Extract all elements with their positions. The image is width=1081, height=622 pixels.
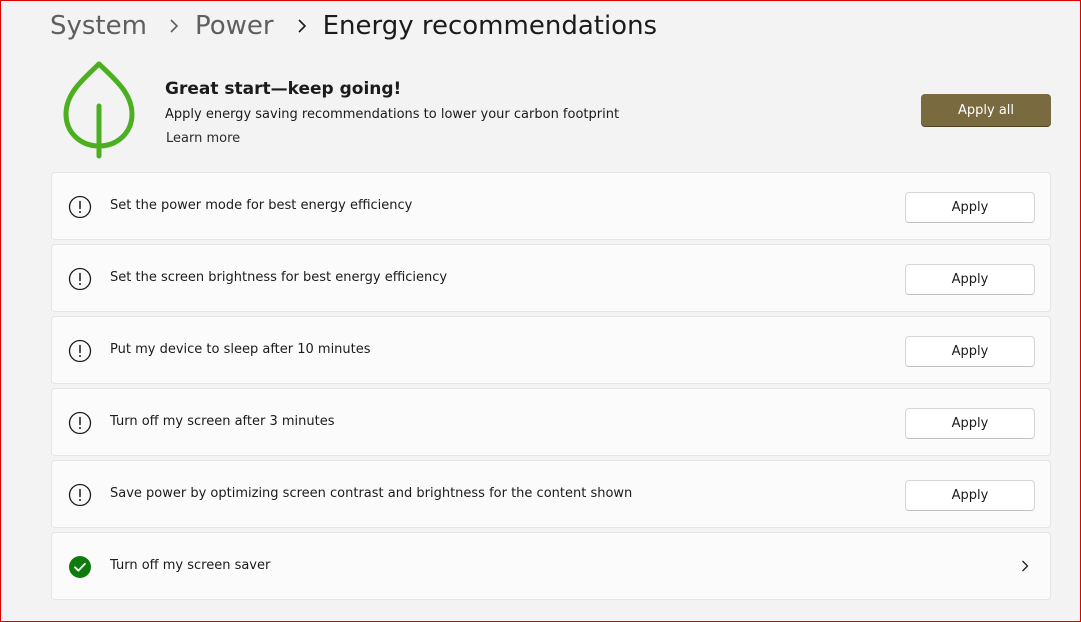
recommendation-label: Turn off my screen after 3 minutes: [110, 414, 335, 429]
page-title: Energy recommendations: [322, 11, 658, 41]
recommendations-banner: Great start—keep going! Apply energy sav…: [50, 58, 1051, 163]
recommendation-screen-brightness: Set the screen brightness for best energ…: [51, 244, 1051, 312]
recommendation-label: Set the screen brightness for best energ…: [110, 270, 448, 285]
apply-button[interactable]: Apply: [905, 192, 1035, 223]
alert-circle-icon: [68, 483, 92, 507]
recommendation-sleep: Put my device to sleep after 10 minutes …: [51, 316, 1051, 384]
alert-circle-icon: [68, 195, 92, 219]
recommendation-power-mode: Set the power mode for best energy effic…: [51, 172, 1051, 240]
alert-circle-icon: [68, 411, 92, 435]
recommendation-screen-saver[interactable]: Turn off my screen saver: [51, 532, 1051, 600]
breadcrumb-power[interactable]: Power: [195, 11, 274, 41]
apply-all-button[interactable]: Apply all: [921, 94, 1051, 126]
chevron-right-icon: [298, 19, 306, 33]
apply-button[interactable]: Apply: [905, 336, 1035, 367]
alert-circle-icon: [68, 339, 92, 363]
breadcrumb-system[interactable]: System: [50, 11, 147, 41]
recommendation-label: Put my device to sleep after 10 minutes: [110, 342, 371, 357]
banner-subtitle: Apply energy saving recommendations to l…: [165, 107, 620, 122]
leaf-icon: [63, 61, 135, 159]
apply-button[interactable]: Apply: [905, 408, 1035, 439]
recommendation-content-adaptive: Save power by optimizing screen contrast…: [51, 460, 1051, 528]
apply-button[interactable]: Apply: [905, 480, 1035, 511]
breadcrumb: System Power Energy recommendations: [50, 6, 657, 46]
recommendation-label: Set the power mode for best energy effic…: [110, 198, 413, 213]
recommendation-screen-off: Turn off my screen after 3 minutes Apply: [51, 388, 1051, 456]
alert-circle-icon: [68, 267, 92, 291]
check-circle-icon: [69, 556, 91, 578]
recommendation-label: Save power by optimizing screen contrast…: [110, 486, 633, 501]
recommendation-label: Turn off my screen saver: [110, 558, 271, 573]
banner-title: Great start—keep going!: [165, 79, 402, 99]
chevron-right-icon: [170, 19, 179, 33]
chevron-right-icon[interactable]: [1018, 559, 1032, 573]
learn-more-link[interactable]: Learn more: [166, 131, 240, 146]
apply-button[interactable]: Apply: [905, 264, 1035, 295]
